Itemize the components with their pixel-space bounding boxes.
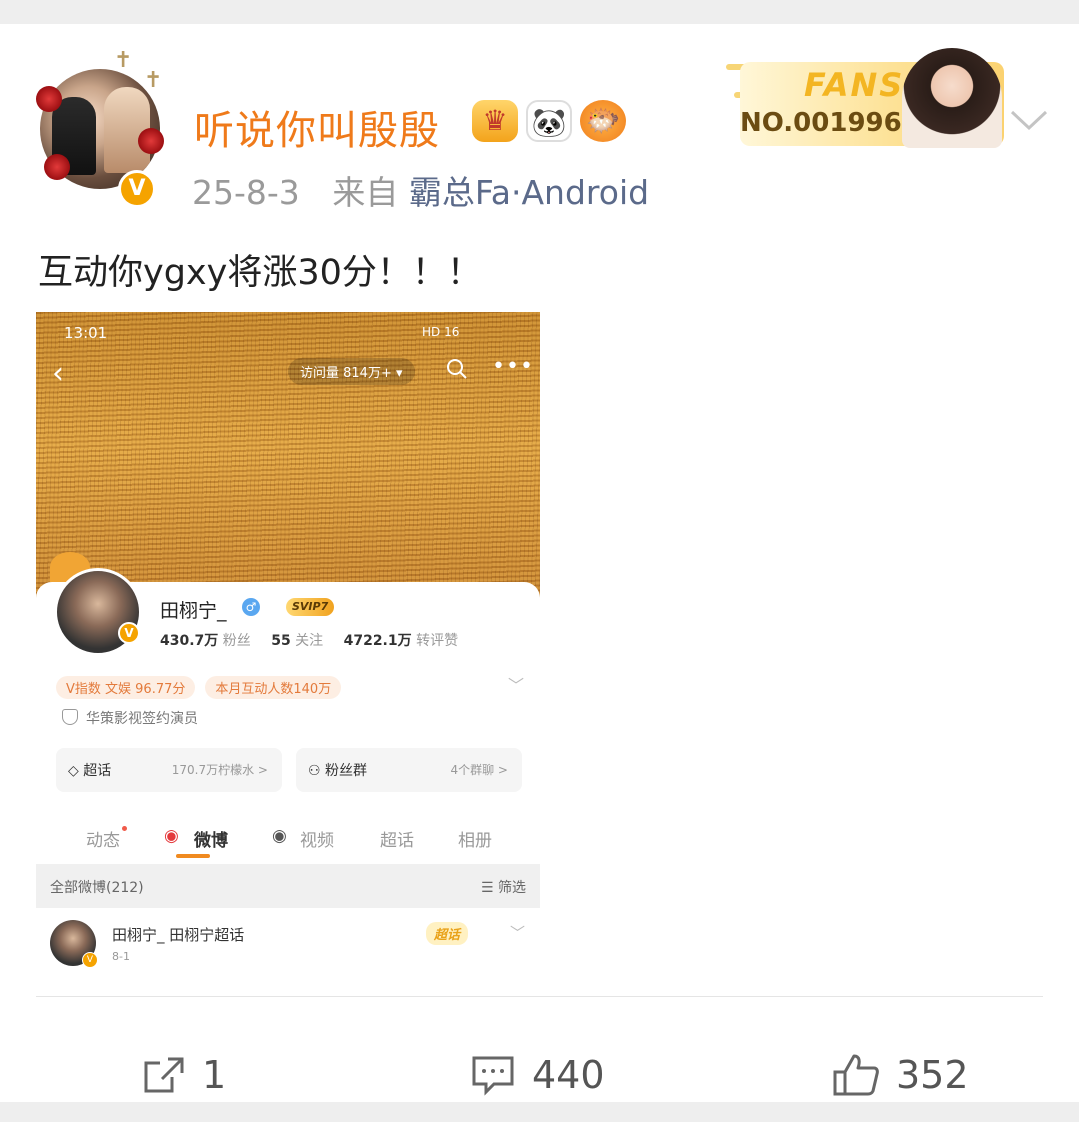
search-icon: [446, 358, 468, 385]
back-icon: ‹: [52, 356, 64, 391]
author-avatar[interactable]: ✝ ✝ V: [30, 48, 170, 208]
fish-icon[interactable]: 🐡: [580, 100, 626, 142]
post-image[interactable]: 13:01 HD 16 ‹ 访问量 814万+ ▾ ••• V 田栩宁_ ♂ S…: [36, 312, 540, 984]
like-count: 352: [896, 1053, 969, 1097]
chevron-down-icon: ﹀: [510, 924, 526, 942]
panda-icon[interactable]: 🐼: [526, 100, 572, 142]
certification-text: 华策影视签约演员: [86, 711, 198, 727]
top-gap: [0, 0, 1079, 24]
notification-dot: [122, 826, 127, 831]
cross-decoration-icon: ✝: [144, 68, 163, 93]
super-topic-tag: 超话: [426, 922, 469, 945]
chevron-down-icon: ﹀: [508, 676, 525, 695]
repost-count: 1: [202, 1053, 227, 1097]
post-date: 25-8-3: [192, 173, 300, 212]
super-topic-text: 超话: [83, 763, 112, 779]
embedded-post-author: 田栩宁_ 田栩宁超话: [112, 926, 245, 944]
chevron-down-icon[interactable]: [1008, 104, 1050, 132]
certification: 华策影视签约演员: [62, 708, 198, 728]
like-button[interactable]: 352: [832, 1050, 969, 1100]
following-count: 55: [271, 633, 291, 649]
status-time: 13:01: [64, 324, 108, 342]
post-meta: 25-8-3 来自 霸总Fa·Android: [192, 166, 649, 214]
fan-group-box: ⚇ 粉丝群 4个群聊 >: [296, 748, 522, 792]
tab-album: 相册: [458, 831, 492, 851]
svip-badge: SVIP7: [286, 598, 335, 616]
tab-weibo: 微博: [194, 831, 228, 851]
fan-group-label: ⚇ 粉丝群: [308, 763, 368, 779]
filter-bar: 全部微博(212) ☰ 筛选: [36, 864, 540, 908]
tab-video: 视频: [300, 831, 334, 851]
interactions-label: 转评赞: [416, 633, 459, 649]
comment-icon: [472, 1056, 514, 1096]
embedded-post-row: V 田栩宁_ 田栩宁超话 8-1 超话 ﹀: [36, 908, 540, 984]
action-divider: [36, 996, 1043, 997]
rose-decoration-icon: [138, 128, 164, 154]
comment-button[interactable]: 440: [470, 1050, 605, 1100]
filter-label: ☰ 筛选: [480, 880, 526, 896]
fan-group-value: 4个群聊 >: [450, 763, 508, 777]
user-badges: ♛ 🐼 🐡: [472, 100, 626, 142]
fan-group-text: 粉丝群: [325, 763, 368, 779]
embedded-post-date: 8-1: [112, 950, 130, 963]
active-tab-indicator: [176, 854, 210, 858]
verified-v-icon: V: [118, 622, 140, 644]
super-topic-value: 170.7万柠檬水 >: [171, 763, 268, 777]
fans-number: NO.0019962: [740, 108, 920, 138]
male-icon: ♂: [242, 598, 260, 616]
super-topic-box: ◇ 超话 170.7万柠檬水 >: [56, 748, 282, 792]
profile-tabs: 动态 ◉ 微博 ◉ 视频 超话 相册: [36, 818, 540, 858]
fans-title: FANS: [804, 66, 905, 104]
repost-icon: [144, 1057, 184, 1093]
fans-card[interactable]: FANS NO.0019962: [726, 48, 1006, 152]
profile-panel: V 田栩宁_ ♂ SVIP7 430.7万 粉丝 55 关注 4722.1万 转…: [36, 552, 540, 984]
profile-cover: [36, 312, 540, 612]
followers-label: 粉丝: [222, 633, 251, 649]
post-source[interactable]: 霸总Fa·Android: [409, 173, 649, 212]
bottom-gap: [0, 1102, 1079, 1122]
status-icons: HD 16: [422, 325, 460, 339]
rose-decoration-icon: [36, 86, 62, 112]
video-icon: ◉: [272, 826, 287, 846]
verified-v-icon: V: [118, 170, 156, 208]
monthly-interaction-tag: 本月互动人数140万: [205, 676, 342, 699]
post-text: 互动你ygxy将涨30分！！！: [38, 253, 482, 293]
post-card: ✝ ✝ V 听说你叫殷殷 ♛ 🐼 🐡 25-8-3 来自 霸总Fa·Androi…: [0, 24, 1079, 1102]
v-index-tag: V指数 文娱 96.77分: [56, 676, 196, 699]
following-label: 关注: [295, 633, 324, 649]
weibo-icon: ◉: [164, 826, 179, 846]
interactions-count: 4722.1万: [343, 633, 412, 649]
author-name[interactable]: 听说你叫殷殷: [194, 98, 440, 156]
profile-stats: 430.7万 粉丝 55 关注 4722.1万 转评赞: [160, 630, 474, 650]
visits-pill: 访问量 814万+ ▾: [288, 358, 415, 385]
tab-dynamic: 动态: [86, 831, 120, 851]
profile-name: 田栩宁_: [160, 600, 227, 622]
profile-tags: V指数 文娱 96.77分 本月互动人数140万: [56, 676, 342, 699]
all-weibo-count: 全部微博(212): [50, 880, 144, 896]
fans-card-portrait: [902, 48, 1002, 148]
rose-decoration-icon: [44, 154, 70, 180]
crown-icon[interactable]: ♛: [472, 100, 518, 142]
super-topic-label: ◇ 超话: [68, 763, 112, 779]
thumbs-up-icon: [833, 1054, 879, 1096]
followers-count: 430.7万: [160, 633, 219, 649]
tab-super-topic: 超话: [380, 831, 414, 851]
verified-v-icon: V: [82, 952, 98, 968]
more-icon: •••: [492, 354, 534, 379]
filter-text: 筛选: [498, 880, 526, 896]
shield-icon: [62, 709, 78, 725]
comment-count: 440: [532, 1053, 605, 1097]
from-label: 来自: [332, 173, 399, 212]
cross-decoration-icon: ✝: [114, 48, 133, 73]
repost-button[interactable]: 1: [142, 1050, 226, 1100]
